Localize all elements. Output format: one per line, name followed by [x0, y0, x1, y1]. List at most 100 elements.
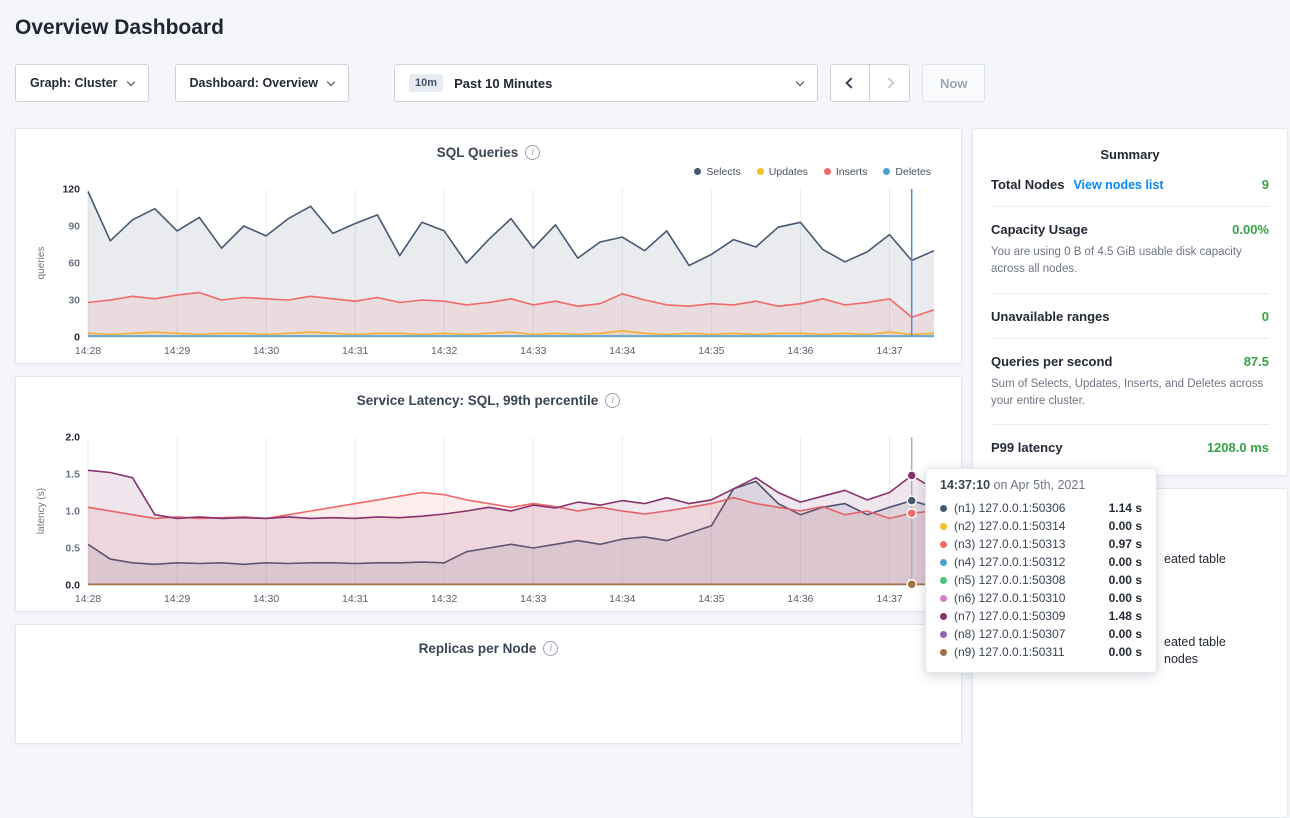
svg-text:14:36: 14:36 — [787, 345, 813, 357]
svg-text:14:34: 14:34 — [609, 345, 635, 357]
tooltip-node-label: (n6) 127.0.0.1:50310 — [954, 591, 1065, 605]
graph-dropdown[interactable]: Graph: Cluster — [15, 64, 149, 102]
queries-per-second-row: Queries per second 87.5 Sum of Selects, … — [991, 339, 1269, 426]
svg-text:14:30: 14:30 — [253, 593, 279, 605]
legend-series-dot — [824, 168, 831, 175]
prev-time-button[interactable] — [830, 64, 870, 102]
info-icon[interactable]: i — [543, 641, 558, 656]
queries-per-second-label: Queries per second — [991, 354, 1112, 369]
svg-text:0: 0 — [74, 332, 80, 344]
svg-text:14:31: 14:31 — [342, 345, 368, 357]
tooltip-node-label: (n4) 127.0.0.1:50312 — [954, 555, 1065, 569]
svg-text:14:34: 14:34 — [609, 593, 635, 605]
tooltip-time: 14:37:10 — [940, 478, 990, 492]
svg-text:30: 30 — [68, 295, 80, 307]
node-color-dot — [940, 523, 947, 530]
tooltip-node-label: (n7) 127.0.0.1:50309 — [954, 609, 1065, 623]
info-icon[interactable]: i — [605, 393, 620, 408]
tooltip-node-label: (n5) 127.0.0.1:50308 — [954, 573, 1065, 587]
summary-card: Summary Total Nodes View nodes list 9 Ca… — [972, 128, 1288, 476]
svg-text:14:30: 14:30 — [253, 345, 279, 357]
svg-text:14:37: 14:37 — [876, 593, 902, 605]
sql-queries-card: SQL Queries i Selects Updates Inserts Delet… — [15, 128, 962, 364]
unavailable-ranges-value: 0 — [1262, 309, 1269, 324]
svg-text:14:31: 14:31 — [342, 593, 368, 605]
tooltip-row: (n2) 127.0.0.1:503140.00 s — [940, 517, 1142, 535]
chevron-left-icon — [845, 77, 856, 88]
svg-text:14:32: 14:32 — [431, 593, 457, 605]
chevron-right-icon — [883, 77, 894, 88]
service-latency-card: Service Latency: SQL, 99th percentile i … — [15, 376, 962, 612]
charts-column: SQL Queries i Selects Updates Inserts Delet… — [15, 128, 962, 818]
chart-legend — [32, 410, 945, 429]
svg-text:0.5: 0.5 — [65, 543, 80, 555]
legend-item[interactable]: Updates — [757, 166, 808, 178]
svg-text:0.0: 0.0 — [65, 580, 80, 592]
legend-series-dot — [883, 168, 890, 175]
service-latency-chart[interactable]: 14:2814:2914:3014:3114:3214:3314:3414:35… — [32, 429, 944, 607]
graph-dropdown-label: Graph: Cluster — [30, 76, 118, 90]
tooltip-node-value: 0.00 s — [1109, 591, 1142, 605]
svg-text:14:33: 14:33 — [520, 345, 546, 357]
queries-per-second-description: Sum of Selects, Updates, Inserts, and De… — [991, 376, 1269, 411]
svg-text:1.5: 1.5 — [65, 469, 80, 481]
sql-queries-chart[interactable]: 14:2814:2914:3014:3114:3214:3314:3414:35… — [32, 181, 944, 359]
tooltip-row: (n9) 127.0.0.1:503110.00 s — [940, 643, 1142, 661]
tooltip-node-label: (n8) 127.0.0.1:50307 — [954, 627, 1065, 641]
legend-item[interactable]: Deletes — [883, 166, 931, 178]
unavailable-ranges-label: Unavailable ranges — [991, 309, 1110, 324]
tooltip-row: (n3) 127.0.0.1:503130.97 s — [940, 535, 1142, 553]
info-icon[interactable]: i — [525, 145, 540, 160]
svg-text:90: 90 — [68, 221, 80, 233]
node-color-dot — [940, 631, 947, 638]
p99-latency-value: 1208.0 ms — [1207, 440, 1269, 455]
tooltip-row: (n5) 127.0.0.1:50308 0.00 s — [940, 571, 1142, 589]
svg-text:2.0: 2.0 — [65, 432, 80, 444]
total-nodes-row: Total Nodes View nodes list 9 — [991, 162, 1269, 207]
node-color-dot — [940, 649, 947, 656]
tooltip-header: 14:37:10 on Apr 5th, 2021 — [940, 478, 1142, 492]
svg-text:1.0: 1.0 — [65, 506, 80, 518]
view-nodes-list-link[interactable]: View nodes list — [1073, 178, 1163, 192]
now-button[interactable]: Now — [922, 64, 985, 102]
time-range-picker[interactable]: 10m Past 10 Minutes — [394, 64, 818, 102]
node-color-dot — [940, 505, 947, 512]
chart-title: SQL Queries — [437, 145, 519, 160]
page-title: Overview Dashboard — [15, 16, 1288, 40]
p99-latency-row: P99 latency 1208.0 ms — [991, 425, 1269, 469]
svg-text:14:37: 14:37 — [876, 345, 902, 357]
svg-text:60: 60 — [68, 258, 80, 270]
summary-title: Summary — [991, 147, 1269, 162]
dashboard-dropdown[interactable]: Dashboard: Overview — [175, 64, 350, 102]
tooltip-node-value: 0.97 s — [1109, 537, 1142, 551]
unavailable-ranges-row: Unavailable ranges 0 — [991, 294, 1269, 339]
svg-text:14:28: 14:28 — [75, 593, 101, 605]
tooltip-node-value: 0.00 s — [1109, 573, 1142, 587]
capacity-usage-value: 0.00% — [1232, 222, 1269, 237]
time-range-badge: 10m — [409, 74, 443, 92]
legend-series-dot — [757, 168, 764, 175]
overview-dashboard-page: Overview Dashboard Graph: Cluster Dashbo… — [0, 0, 1290, 689]
svg-text:14:29: 14:29 — [164, 593, 190, 605]
chevron-down-icon — [327, 77, 335, 85]
chevron-down-icon — [126, 77, 134, 85]
dashboard-controls: Graph: Cluster Dashboard: Overview 10m P… — [15, 64, 1288, 102]
next-time-button[interactable] — [870, 64, 910, 102]
capacity-usage-label: Capacity Usage — [991, 222, 1088, 237]
time-pager — [830, 64, 910, 102]
chart-tooltip-rows: (n1) 127.0.0.1:503061.14 s(n2) 127.0.0.1… — [940, 499, 1142, 661]
svg-text:14:28: 14:28 — [75, 345, 101, 357]
node-color-dot — [940, 613, 947, 620]
legend-item[interactable]: Inserts — [824, 166, 868, 178]
total-nodes-value: 9 — [1262, 177, 1269, 192]
total-nodes-label: Total Nodes — [991, 177, 1064, 192]
time-range-label: Past 10 Minutes — [454, 76, 552, 91]
legend-series-dot — [694, 168, 701, 175]
node-color-dot — [940, 577, 947, 584]
tooltip-node-value: 1.14 s — [1109, 501, 1142, 515]
tooltip-row: (n6) 127.0.0.1:50310 0.00 s — [940, 589, 1142, 607]
dashboard-dropdown-label: Dashboard: Overview — [190, 76, 319, 90]
chart-legend: Selects Updates Inserts Deletes — [32, 162, 945, 181]
capacity-usage-description: You are using 0 B of 4.5 GiB usable disk… — [991, 244, 1269, 279]
legend-item[interactable]: Selects — [694, 166, 740, 178]
